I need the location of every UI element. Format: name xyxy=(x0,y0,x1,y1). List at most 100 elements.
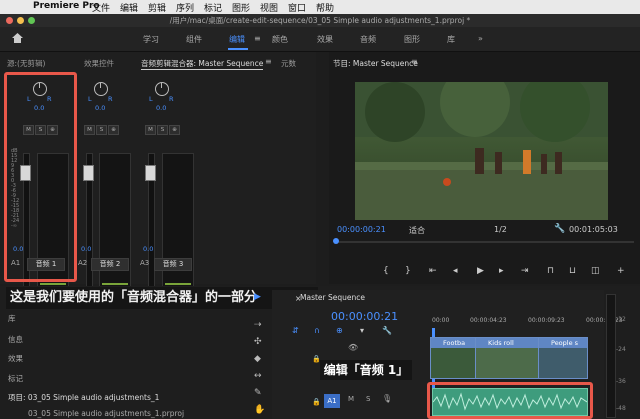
fader-value[interactable]: 0.0 xyxy=(81,245,91,253)
workspace-audio[interactable]: 音频 xyxy=(360,34,376,45)
step-forward-icon[interactable]: ▸ xyxy=(499,266,504,276)
go-to-out-icon[interactable]: ⇥ xyxy=(521,266,529,276)
timeline-tab-close[interactable]: × xyxy=(295,294,301,303)
pen-tool-icon[interactable]: ✎ xyxy=(254,388,262,398)
solo-button[interactable]: S xyxy=(157,125,168,135)
workspace-overflow[interactable]: » xyxy=(478,34,483,43)
channel-label: A3 xyxy=(140,259,150,267)
volume-fader-handle[interactable] xyxy=(145,165,156,181)
timeline-title[interactable]: Master Sequence xyxy=(300,293,365,302)
wrench-icon[interactable]: 🔧 xyxy=(554,224,565,234)
add-marker-icon[interactable]: ▾ xyxy=(360,326,364,335)
menu-sequence[interactable]: 序列 xyxy=(176,1,194,14)
program-duration: 00:01:05:03 xyxy=(569,225,618,234)
workspace-color[interactable]: 颜色 xyxy=(272,34,288,45)
menu-clip[interactable]: 剪辑 xyxy=(148,1,166,14)
program-title[interactable]: 节目: Master Sequence xyxy=(333,58,418,69)
menu-markers[interactable]: 标记 xyxy=(204,1,222,14)
extract-icon[interactable]: ⊔ xyxy=(569,266,576,276)
ripple-edit-tool-icon[interactable]: ✣ xyxy=(254,337,262,347)
slip-tool-icon[interactable]: ↔ xyxy=(254,371,262,381)
program-timecode[interactable]: 00:00:00:21 xyxy=(337,225,386,234)
home-icon[interactable] xyxy=(11,32,24,44)
workspace-menu-icon[interactable]: ≡ xyxy=(254,34,261,43)
workspace-graphics[interactable]: 图形 xyxy=(404,34,420,45)
go-to-in-icon[interactable]: ⇤ xyxy=(429,266,437,276)
workspace-effects[interactable]: 效果 xyxy=(317,34,333,45)
tab-effect-controls[interactable]: 效果控件 xyxy=(84,58,114,69)
workspace-libraries[interactable]: 库 xyxy=(447,34,455,45)
a1-track-target[interactable]: A1 xyxy=(324,394,340,408)
pan-value[interactable]: 0.0 xyxy=(95,104,105,112)
workspace-learning[interactable]: 学习 xyxy=(143,34,159,45)
hand-tool-icon[interactable]: ✋ xyxy=(254,405,265,415)
menu-file[interactable]: 文件 xyxy=(92,1,110,14)
menu-view[interactable]: 视图 xyxy=(260,1,278,14)
menu-edit[interactable]: 编辑 xyxy=(120,1,138,14)
tab-metadata[interactable]: 元数 xyxy=(281,58,296,69)
workspace-bar: 学习 组件 编辑 ≡ 颜色 效果 音频 图形 库 » xyxy=(0,27,640,52)
playback-scrubber[interactable] xyxy=(335,241,634,243)
a1-voiceover-icon[interactable]: 🎙 xyxy=(382,394,392,403)
program-monitor: 节目: Master Sequence ≡ 00:00:00:21 适合 1/2 xyxy=(329,52,640,284)
pan-value[interactable]: 0.0 xyxy=(156,104,166,112)
solo-button[interactable]: S xyxy=(96,125,107,135)
volume-fader-handle[interactable] xyxy=(83,165,94,181)
pan-knob[interactable] xyxy=(94,82,108,96)
zoom-window-button[interactable] xyxy=(28,17,35,24)
a1-mute-button[interactable]: M xyxy=(348,395,354,403)
menu-window[interactable]: 窗口 xyxy=(288,1,306,14)
panel-info[interactable]: 信息 xyxy=(8,334,23,345)
app-menu[interactable]: Premiere Pro xyxy=(33,1,100,11)
minimize-window-button[interactable] xyxy=(17,17,24,24)
program-menu-icon[interactable]: ≡ xyxy=(411,57,418,66)
tab-source[interactable]: 源:(无剪辑) xyxy=(7,58,45,69)
close-window-button[interactable] xyxy=(6,17,13,24)
export-frame-icon[interactable]: ◫ xyxy=(591,266,600,276)
razor-tool-icon[interactable]: ◆ xyxy=(254,354,261,364)
a1-lock-icon[interactable]: 🔒 xyxy=(312,398,321,406)
step-back-icon[interactable]: ◂ xyxy=(453,266,458,276)
channel-label: A2 xyxy=(78,259,88,267)
panel-markers[interactable]: 标记 xyxy=(8,373,23,384)
track-callout: 编辑「音频 1」 xyxy=(320,360,412,380)
workspace-assembly[interactable]: 组件 xyxy=(186,34,202,45)
play-icon[interactable]: ▶ xyxy=(477,266,484,276)
timeline-timecode[interactable]: 00:00:00:21 xyxy=(331,310,398,323)
snap-icon[interactable]: ∩ xyxy=(314,326,320,335)
add-button-icon[interactable]: + xyxy=(617,266,625,276)
keyframe-button[interactable]: ⊕ xyxy=(108,125,119,135)
selection-tool-icon[interactable]: ▶ xyxy=(254,292,261,302)
fader-value[interactable]: 0.0 xyxy=(143,245,153,253)
track-select-tool-icon[interactable]: ⇢ xyxy=(254,320,262,330)
fit-dropdown[interactable]: 适合 xyxy=(409,225,425,236)
menu-graphics[interactable]: 图形 xyxy=(232,1,250,14)
mute-button[interactable]: M xyxy=(84,125,95,135)
panel-libraries[interactable]: 库 xyxy=(8,313,16,324)
clip-kids-rolling[interactable]: Kids roll xyxy=(475,337,539,379)
resolution-dropdown[interactable]: 1/2 xyxy=(494,225,507,234)
ruler-label-2: 00:00:09:23 xyxy=(528,317,565,324)
keyframe-button[interactable]: ⊕ xyxy=(169,125,180,135)
timeline-settings-icon[interactable]: 🔧 xyxy=(382,326,392,335)
pan-left-label: L xyxy=(149,95,153,103)
nest-icon[interactable]: ⇵ xyxy=(292,326,299,335)
v1-visibility-icon[interactable]: 👁 xyxy=(348,343,358,352)
linked-selection-icon[interactable]: ⊕ xyxy=(336,326,343,335)
mark-out-icon[interactable]: } xyxy=(405,266,411,276)
mute-button[interactable]: M xyxy=(145,125,156,135)
tab-audio-clip-mixer[interactable]: 音频剪辑混合器: Master Sequence xyxy=(141,58,263,69)
mark-in-icon[interactable]: { xyxy=(383,266,389,276)
clip-football[interactable]: Footba xyxy=(430,337,476,379)
playhead[interactable] xyxy=(333,238,339,244)
clip-people[interactable]: People s xyxy=(538,337,588,379)
pan-knob[interactable] xyxy=(155,82,169,96)
workspace-editing[interactable]: 编辑 xyxy=(229,34,245,45)
video-frame-image xyxy=(355,82,608,220)
a1-solo-button[interactable]: S xyxy=(366,395,370,403)
panel-menu-icon[interactable]: ≡ xyxy=(265,57,272,66)
project-panel-title[interactable]: 项目: 03_05 Simple audio adjustments_1 xyxy=(8,392,159,403)
panel-effects[interactable]: 效果 xyxy=(8,353,23,364)
menu-help[interactable]: 帮助 xyxy=(316,1,334,14)
lift-icon[interactable]: ⊓ xyxy=(547,266,554,276)
